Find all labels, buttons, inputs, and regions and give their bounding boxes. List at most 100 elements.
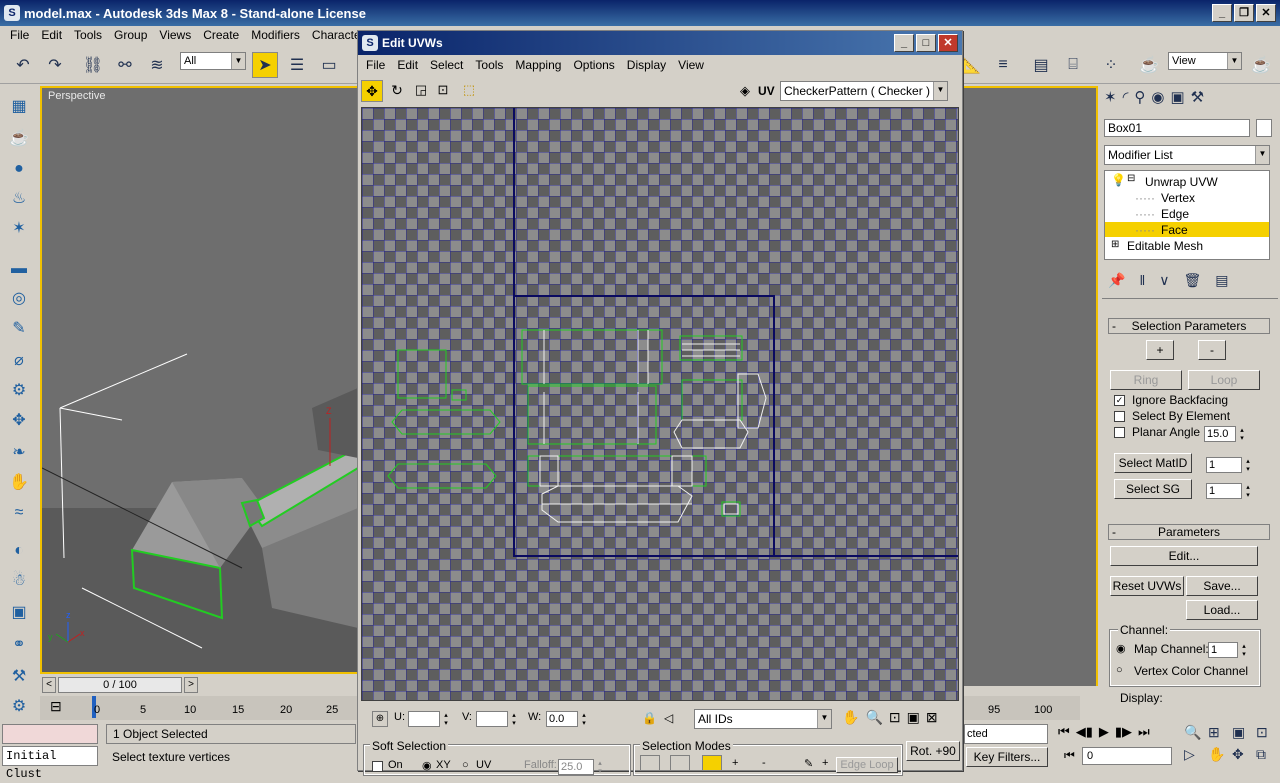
quick-render-icon[interactable]: ☕ xyxy=(1248,52,1274,78)
falloff-spinner[interactable]: 25.0 xyxy=(558,759,603,775)
material-editor-icon[interactable]: ⁘ xyxy=(1098,52,1124,78)
zoom-extents-icon[interactable]: ▣ xyxy=(1232,724,1256,746)
w-spinner[interactable]: 0.0 xyxy=(546,711,587,727)
motion-tab-icon[interactable]: ◉ xyxy=(1151,88,1164,114)
zoom-icon[interactable]: 🔍 xyxy=(865,709,882,726)
ring-icon[interactable]: ◐ xyxy=(6,538,32,564)
uv-radio[interactable]: ○ xyxy=(462,759,469,771)
modifier-list-dropdown[interactable]: Modifier List ▼ xyxy=(1104,145,1270,165)
sphere-icon[interactable]: ● xyxy=(6,156,32,182)
uv-label[interactable]: UV xyxy=(758,84,775,98)
uvw-menu-display[interactable]: Display xyxy=(621,58,672,72)
uvw-menu-options[interactable]: Options xyxy=(567,58,620,72)
menu-group[interactable]: Group xyxy=(108,28,153,42)
u-spinner[interactable] xyxy=(408,711,449,727)
ring-button[interactable]: Ring xyxy=(1110,370,1182,390)
face-mode-icon[interactable] xyxy=(702,755,722,771)
menu-modifiers[interactable]: Modifiers xyxy=(245,28,306,42)
texture-map-dropdown[interactable]: CheckerPattern ( Checker ) ▼ xyxy=(780,81,948,101)
teapot-icon[interactable]: ☕ xyxy=(6,126,32,152)
map-channel-radio[interactable]: ◉ xyxy=(1116,642,1126,655)
pen-icon[interactable]: ✎ xyxy=(6,316,32,342)
planar-angle-spinner[interactable]: 15.0 xyxy=(1204,426,1245,442)
box-icon[interactable]: ▦ xyxy=(6,94,32,120)
stack-item-unwrap-uvw[interactable]: Unwrap UVW xyxy=(1145,175,1218,189)
menu-file[interactable]: File xyxy=(4,28,35,42)
play-icon[interactable]: ▶ xyxy=(1099,724,1109,744)
select-matid-button[interactable]: Select MatID xyxy=(1114,453,1192,473)
reset-uvws-button[interactable]: Reset UVWs xyxy=(1110,576,1184,596)
pan-icon[interactable]: ✋ xyxy=(842,709,859,726)
modifier-stack[interactable]: 💡 ⊟ Unwrap UVW ····· Vertex ····· Edge ·… xyxy=(1104,170,1270,260)
zoom-all-icon[interactable]: ⊞ xyxy=(1208,724,1232,746)
make-unique-icon[interactable]: ∨ xyxy=(1159,272,1169,294)
time-slider[interactable]: < 0 / 100 > xyxy=(40,676,360,694)
stack-item-vertex[interactable]: Vertex xyxy=(1161,191,1195,205)
show-end-result-icon[interactable]: ‖ xyxy=(1139,272,1145,294)
uvw-menu-view[interactable]: View xyxy=(672,58,710,72)
zoom-extents-all-icon[interactable]: ⊡ xyxy=(1256,724,1280,746)
next-key-icon[interactable]: ▮▶ xyxy=(1115,724,1132,744)
menu-edit[interactable]: Edit xyxy=(35,28,68,42)
loop-button[interactable]: Loop xyxy=(1188,370,1260,390)
light-bulb-icon[interactable]: 💡 xyxy=(1111,173,1126,187)
select-object-icon[interactable]: ➤ xyxy=(252,52,278,78)
modify-tab-icon[interactable]: ◜ xyxy=(1123,88,1129,114)
helper-icon[interactable]: ✥ xyxy=(6,408,32,434)
freeform-icon[interactable]: ⊡ xyxy=(432,80,454,102)
select-sg-button[interactable]: Select SG xyxy=(1114,479,1192,499)
map-channel-spinner[interactable]: 1 xyxy=(1208,642,1247,658)
expand-icon[interactable]: ⊞ xyxy=(1111,239,1119,250)
shrink-selection-button[interactable]: - xyxy=(762,757,766,769)
paint-grow-button[interactable]: + xyxy=(822,757,828,769)
save-button[interactable]: Save... xyxy=(1186,576,1258,596)
zoom-extents-icon[interactable]: ▣ xyxy=(907,709,920,726)
plane-icon[interactable]: ▬ xyxy=(6,256,32,282)
planar-angle-checkbox[interactable] xyxy=(1114,427,1125,438)
stack-item-face[interactable]: Face xyxy=(1161,223,1188,237)
configure-sets-icon[interactable]: ▤ xyxy=(1215,272,1228,294)
rect-selection-icon[interactable]: ▭ xyxy=(316,52,342,78)
show-map-icon[interactable]: ◈ xyxy=(736,82,754,100)
ids-dropdown[interactable]: All IDs ▼ xyxy=(694,709,832,729)
menu-tools[interactable]: Tools xyxy=(68,28,108,42)
matid-spinner[interactable]: 1 xyxy=(1206,457,1251,473)
fov-icon[interactable]: ▷ xyxy=(1184,746,1208,768)
menu-views[interactable]: Views xyxy=(153,28,197,42)
filter-icon[interactable]: ◁ xyxy=(664,711,673,725)
render-scene-icon[interactable]: ☕ xyxy=(1136,52,1162,78)
uvw-menu-mapping[interactable]: Mapping xyxy=(509,58,567,72)
render-view-dropdown[interactable]: View ▼ xyxy=(1168,52,1242,70)
fish-icon[interactable]: ❧ xyxy=(6,440,32,466)
selection-parameters-rollout[interactable]: - Selection Parameters xyxy=(1108,318,1270,334)
v-spinner[interactable] xyxy=(476,711,517,727)
schematic-icon[interactable]: ⌸ xyxy=(1060,52,1086,78)
paint-select-icon[interactable]: ✎ xyxy=(804,757,813,770)
biped-icon[interactable]: ☃ xyxy=(6,568,32,594)
uvw-close-button[interactable]: ✕ xyxy=(938,34,958,52)
bone-icon[interactable]: ⚭ xyxy=(6,632,32,658)
edit-uvws-button[interactable]: Edit... xyxy=(1110,546,1258,566)
maximize-viewport-icon[interactable]: ⧉ xyxy=(1256,746,1280,768)
prev-key-icon[interactable]: ◀▮ xyxy=(1076,724,1093,744)
light-icon[interactable]: ♨ xyxy=(6,186,32,212)
move-icon[interactable]: ✥ xyxy=(361,80,383,102)
remove-modifier-icon[interactable]: 🗑 xyxy=(1183,272,1201,294)
tube-icon[interactable]: ⌀ xyxy=(6,348,32,374)
go-to-end-icon[interactable]: ⏭ xyxy=(1138,724,1150,744)
load-button[interactable]: Load... xyxy=(1186,600,1258,620)
key-mode-icon[interactable]: ⏮ xyxy=(1064,748,1075,763)
display-tab-icon[interactable]: ▣ xyxy=(1170,88,1184,114)
restore-button[interactable]: ❐ xyxy=(1234,4,1254,22)
trackbar-icon[interactable]: ⊟ xyxy=(50,698,62,715)
parameters-rollout[interactable]: - Parameters xyxy=(1108,524,1270,540)
close-button[interactable]: ✕ xyxy=(1256,4,1276,22)
uvw-menu-edit[interactable]: Edit xyxy=(391,58,424,72)
maxscript-listener-top[interactable] xyxy=(2,724,98,744)
stack-item-edge[interactable]: Edge xyxy=(1161,207,1189,221)
redo-icon[interactable]: ↷ xyxy=(42,52,68,78)
mirror-icon[interactable]: ⬚ xyxy=(458,80,480,102)
uv-editor-canvas[interactable] xyxy=(361,107,959,701)
object-name-field[interactable]: Box01 xyxy=(1104,119,1250,137)
next-frame-button[interactable]: > xyxy=(184,677,198,693)
